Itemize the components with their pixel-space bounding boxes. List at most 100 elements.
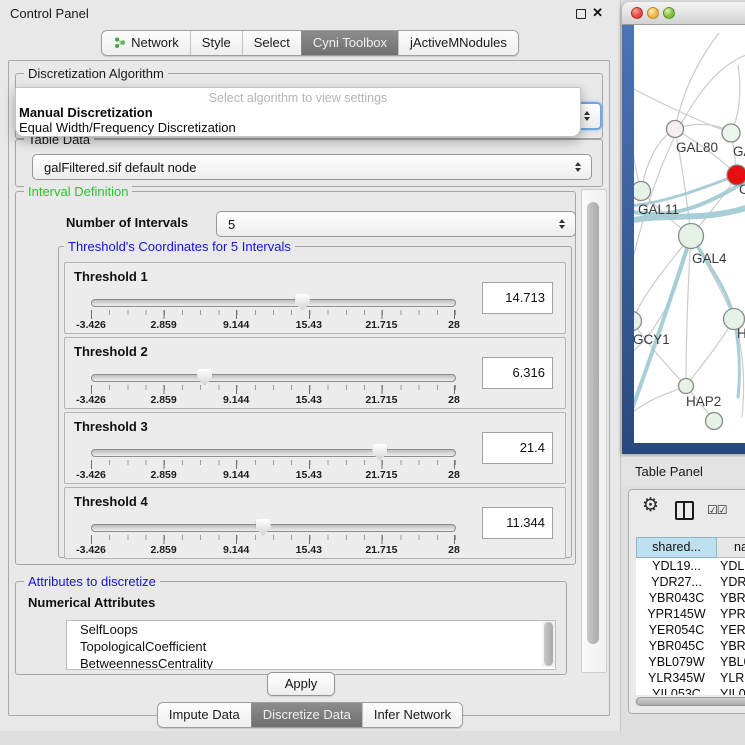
thresholds-list: Threshold 1 -3.4262.8599.14415.4321.7152…	[59, 259, 571, 562]
attribute-item[interactable]: SelfLoops	[67, 621, 555, 638]
num-intervals-combo[interactable]: 5	[216, 211, 576, 237]
attributes-list[interactable]: SelfLoopsTopologicalCoefficientBetweenne…	[66, 620, 556, 670]
slider-major-ticks	[91, 460, 456, 469]
tick-label: 2.859	[150, 544, 176, 556]
threshold-slider[interactable]: -3.4262.8599.14415.4321.71528	[91, 368, 456, 406]
slider-thumb[interactable]	[256, 519, 271, 536]
network-node[interactable]	[706, 413, 723, 430]
tab-network[interactable]: Network	[102, 31, 190, 55]
tick-labels: -3.4262.8599.14415.4321.71528	[91, 469, 454, 481]
node-label: GAL4	[692, 251, 727, 266]
threshold-value[interactable]: 21.4	[482, 432, 553, 464]
dropdown-item-manual[interactable]: Manual Discretization	[19, 105, 153, 120]
content-scrollbar-thumb[interactable]	[587, 202, 599, 644]
attribute-item[interactable]: TopologicalCoefficient	[67, 638, 555, 655]
split-columns-icon[interactable]	[675, 501, 694, 520]
tick-label: -3.426	[76, 544, 106, 556]
tick-label: 21.715	[365, 469, 397, 481]
table-row[interactable]: YDL19...YDL1	[636, 558, 745, 574]
slider-thumb[interactable]	[372, 444, 387, 461]
network-node[interactable]	[679, 224, 704, 249]
slider-track[interactable]	[91, 374, 456, 382]
network-node[interactable]	[679, 379, 694, 394]
stepper-icon	[578, 111, 600, 121]
gene-table: shared... na YDL19...YDL1YDR27...YDR2YBR…	[636, 537, 745, 695]
tab-cyni-toolbox[interactable]: Cyni Toolbox	[301, 31, 398, 55]
minimize-traffic-light[interactable]	[647, 7, 659, 19]
apply-button[interactable]: Apply	[267, 672, 335, 696]
dropdown-item-equal-width[interactable]: Equal Width/Frequency Discretization	[19, 120, 236, 135]
tab-style[interactable]: Style	[190, 31, 242, 55]
slider-track[interactable]	[91, 449, 456, 457]
table-horizontal-scrollbar[interactable]	[635, 697, 745, 706]
tab-jactivemnodules[interactable]: jActiveMNodules	[398, 31, 518, 55]
attribute-item[interactable]: BetweennessCentrality	[67, 655, 555, 670]
slider-thumb[interactable]	[197, 369, 212, 386]
algorithm-group-title: Discretization Algorithm	[24, 66, 168, 81]
node-label: HAP2	[686, 394, 721, 409]
content-scrollbar[interactable]	[581, 189, 607, 673]
close-traffic-light[interactable]	[631, 7, 643, 19]
table-row[interactable]: YPR145WYPR1	[636, 606, 745, 622]
table-row[interactable]: YBL079WYBL0	[636, 654, 745, 670]
slider-track[interactable]	[91, 524, 456, 532]
table-row[interactable]: YIL053CYIL0	[636, 686, 745, 695]
slider-thumb[interactable]	[295, 294, 310, 311]
network-node[interactable]	[634, 312, 642, 331]
network-node[interactable]	[634, 182, 651, 201]
threshold-slider[interactable]: -3.4262.8599.14415.4321.71528	[91, 443, 456, 481]
table-row[interactable]: YLR345WYLR3	[636, 670, 745, 686]
float-icon[interactable]	[576, 9, 586, 19]
algorithm-dropdown: Select algorithm to view settings Manual…	[15, 87, 581, 137]
network-icon	[113, 36, 126, 49]
node-label: GA	[733, 144, 745, 159]
table-data-value: galFiltered.sif default node	[33, 160, 569, 175]
table-row[interactable]: YER054CYER0	[636, 622, 745, 638]
node-label: GCY1	[634, 332, 670, 347]
control-panel-titlebar[interactable]: Control Panel ✕	[0, 0, 620, 26]
close-icon[interactable]: ✕	[592, 5, 603, 21]
node-label: GAL11	[638, 202, 679, 217]
threshold-value[interactable]: 6.316	[482, 357, 553, 389]
tick-label: 28	[448, 319, 460, 331]
tick-label: 28	[448, 394, 460, 406]
dropdown-hint: Select algorithm to view settings	[16, 91, 580, 105]
tick-label: 9.144	[223, 544, 249, 556]
control-panel: Control Panel ✕ Network Style Select Cyn…	[0, 0, 621, 731]
table-data-group: Table Data galFiltered.sif default node	[15, 139, 603, 187]
gear-icon[interactable]: ⚙	[642, 496, 659, 515]
table-data-combo[interactable]: galFiltered.sif default node	[32, 154, 592, 180]
threshold-slider[interactable]: -3.4262.8599.14415.4321.71528	[91, 518, 456, 556]
threshold-value[interactable]: 11.344	[482, 507, 553, 539]
attributes-list-scrollbar[interactable]	[542, 621, 555, 667]
tab-select[interactable]: Select	[242, 31, 301, 55]
table-hscroll-thumb[interactable]	[636, 697, 745, 706]
network-window-titlebar[interactable]	[622, 2, 745, 25]
threshold-slider[interactable]: -3.4262.8599.14415.4321.71528	[91, 293, 456, 331]
tab-impute-data[interactable]: Impute Data	[158, 703, 251, 727]
zoom-traffic-light[interactable]	[663, 7, 675, 19]
tab-infer-network[interactable]: Infer Network	[362, 703, 462, 727]
gene-table-header: shared... na	[636, 537, 745, 558]
node-label: GAL80	[676, 140, 718, 155]
table-row[interactable]: YDR27...YDR2	[636, 574, 745, 590]
slider-track[interactable]	[91, 299, 456, 307]
threshold-value[interactable]: 14.713	[482, 282, 553, 314]
tab-discretize-data[interactable]: Discretize Data	[251, 703, 362, 727]
column-header-shared-name[interactable]: shared...	[636, 537, 717, 558]
tick-label: 15.43	[296, 544, 322, 556]
network-node[interactable]	[667, 121, 684, 138]
node-label: C	[739, 182, 745, 197]
tick-label: 21.715	[365, 319, 397, 331]
thresholds-group: Threshold's Coordinates for 5 Intervals …	[58, 246, 572, 558]
tick-label: -3.426	[76, 319, 106, 331]
network-canvas[interactable]: GAL80 GA C GAL11 GAL4 GCY1 H HAP2	[634, 25, 745, 443]
tick-labels: -3.4262.8599.14415.4321.71528	[91, 544, 454, 556]
network-node[interactable]	[722, 124, 740, 142]
table-row[interactable]: YBR045CYBR0	[636, 638, 745, 654]
table-row[interactable]: YBR043CYBR0	[636, 590, 745, 606]
gene-table-body: YDL19...YDL1YDR27...YDR2YBR043CYBR0YPR14…	[636, 558, 745, 695]
column-header-name[interactable]: na	[717, 537, 745, 558]
select-columns-icon[interactable]: ☑☑	[707, 503, 727, 517]
table-panel-title: Table Panel	[635, 464, 703, 479]
